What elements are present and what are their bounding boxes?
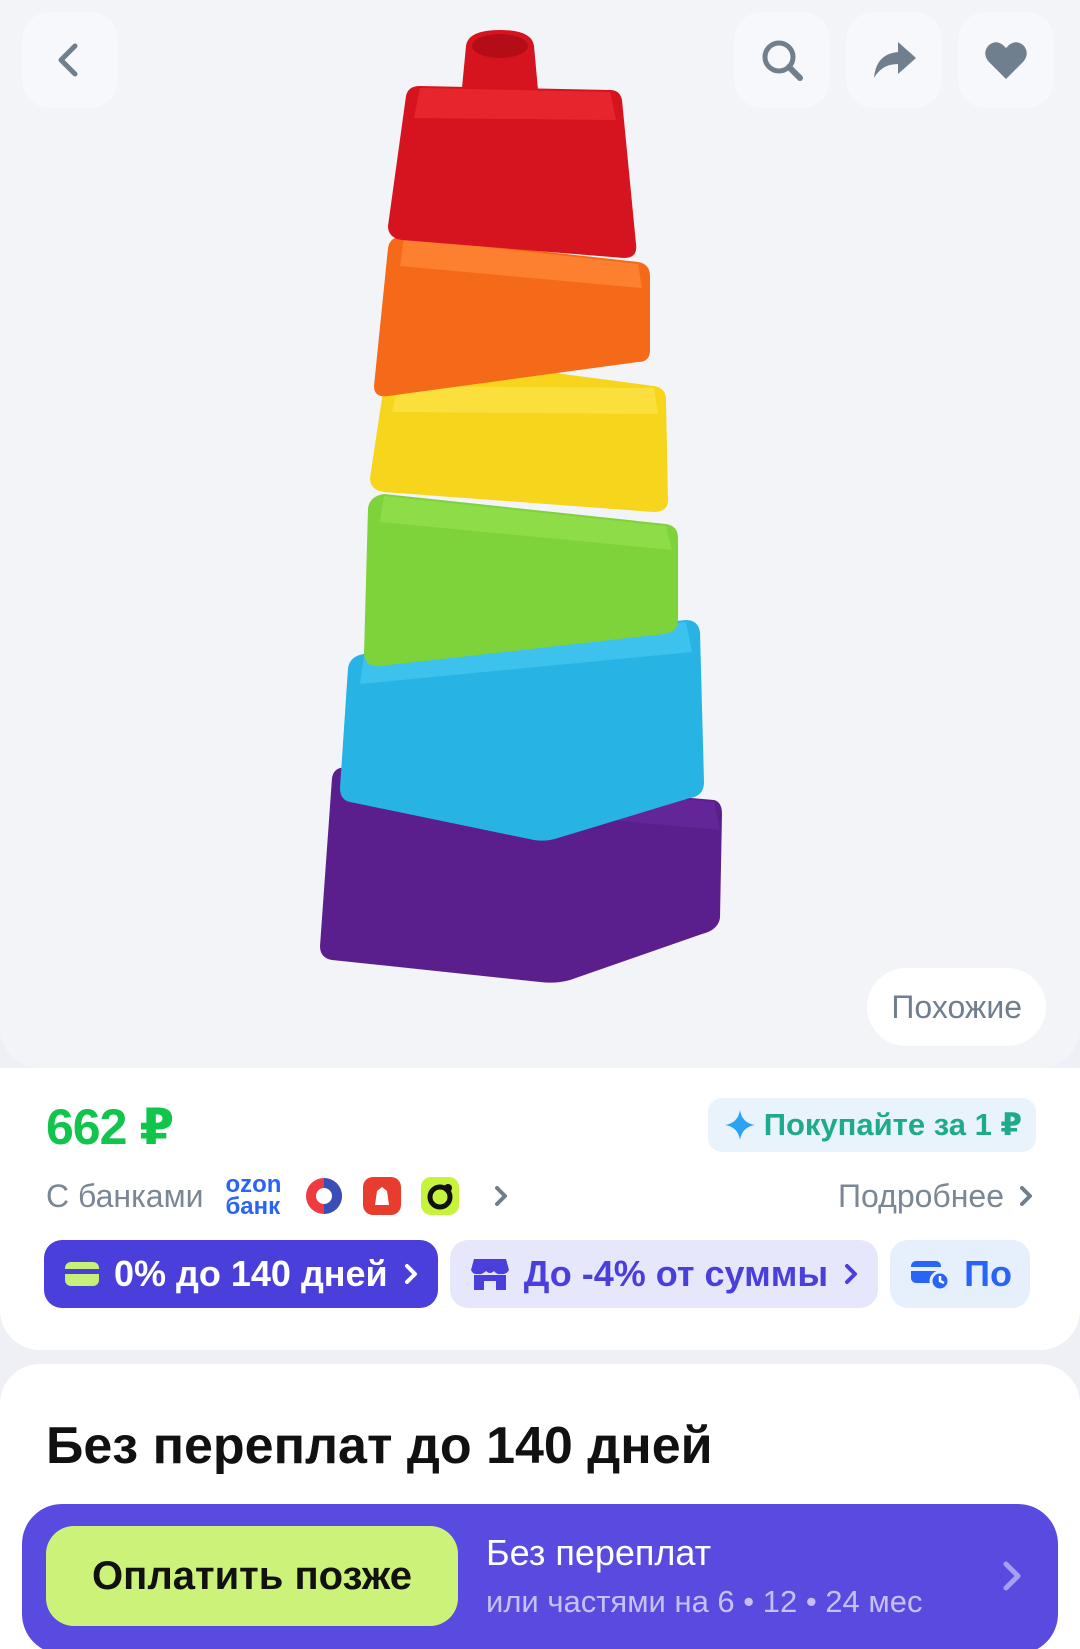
promo-text: Покупайте за 1 ₽ bbox=[763, 1107, 1022, 1142]
back-button[interactable] bbox=[22, 12, 118, 108]
pay-later-banner[interactable]: Оплатить позже Без переплат или частями … bbox=[22, 1504, 1058, 1649]
chip-installment-label: 0% до 140 дней bbox=[114, 1253, 388, 1294]
chip-installment[interactable]: 0% до 140 дней bbox=[44, 1240, 438, 1308]
chip-pay-option[interactable]: По bbox=[890, 1240, 1030, 1308]
promo-badge[interactable]: Покупайте за 1 ₽ bbox=[707, 1098, 1036, 1152]
back-icon bbox=[58, 43, 78, 77]
sparkle-icon bbox=[724, 1110, 755, 1140]
chevron-right-icon bbox=[404, 1264, 417, 1284]
pay-later-line2: или частями на 6 • 12 • 24 мес bbox=[486, 1584, 923, 1619]
product-page: Похожие 662 ₽ Покупайте за 1 ₽ С банками… bbox=[0, 0, 1080, 1649]
green-bank-icon bbox=[421, 1177, 460, 1215]
ozon-bank-logo: ozon банк bbox=[225, 1173, 281, 1220]
banks-row[interactable]: С банками ozon банк bbox=[46, 1166, 513, 1226]
installment-card: Без переплат до 140 дней Оплатить позже … bbox=[0, 1364, 1080, 1649]
chip-discount[interactable]: До -4% от суммы bbox=[449, 1240, 879, 1308]
share-button[interactable] bbox=[846, 12, 942, 108]
chevron-right-icon bbox=[1003, 1561, 1021, 1591]
product-image bbox=[320, 30, 722, 983]
heart-icon bbox=[985, 42, 1027, 79]
search-icon bbox=[762, 40, 803, 81]
card-clock-icon bbox=[911, 1261, 951, 1291]
chevron-right-icon bbox=[845, 1264, 858, 1284]
chevron-right-icon bbox=[495, 1186, 508, 1206]
pay-later-button[interactable]: Оплатить позже bbox=[46, 1526, 458, 1626]
similar-button[interactable]: Похожие bbox=[867, 968, 1046, 1046]
share-icon bbox=[874, 42, 916, 78]
favorite-button[interactable] bbox=[958, 12, 1054, 108]
more-details-link[interactable]: Подробнее bbox=[838, 1168, 1036, 1224]
chevron-right-icon bbox=[1020, 1186, 1032, 1206]
banks-label: С банками bbox=[46, 1177, 204, 1214]
price-card: 662 ₽ Покупайте за 1 ₽ С банками ozon ба… bbox=[0, 1068, 1080, 1350]
search-button[interactable] bbox=[734, 12, 830, 108]
installment-title: Без переплат до 140 дней bbox=[46, 1417, 713, 1475]
store-icon bbox=[470, 1259, 509, 1290]
more-details-label: Подробнее bbox=[838, 1177, 1004, 1214]
card-icon bbox=[65, 1262, 99, 1286]
product-price: 662 ₽ bbox=[46, 1099, 174, 1155]
chip-discount-label: До -4% от суммы bbox=[523, 1253, 829, 1294]
chip-pay-option-label: По bbox=[964, 1253, 1012, 1294]
sovcom-bank-icon bbox=[363, 1177, 402, 1215]
sbp-bank-icon bbox=[306, 1178, 343, 1214]
ozon-bank-line2: банк bbox=[225, 1193, 281, 1220]
pay-later-line1: Без переплат bbox=[486, 1532, 712, 1573]
product-gallery[interactable]: Похожие bbox=[0, 0, 1080, 1068]
payment-chips: 0% до 140 дней До -4% от суммы По bbox=[44, 1240, 1030, 1310]
